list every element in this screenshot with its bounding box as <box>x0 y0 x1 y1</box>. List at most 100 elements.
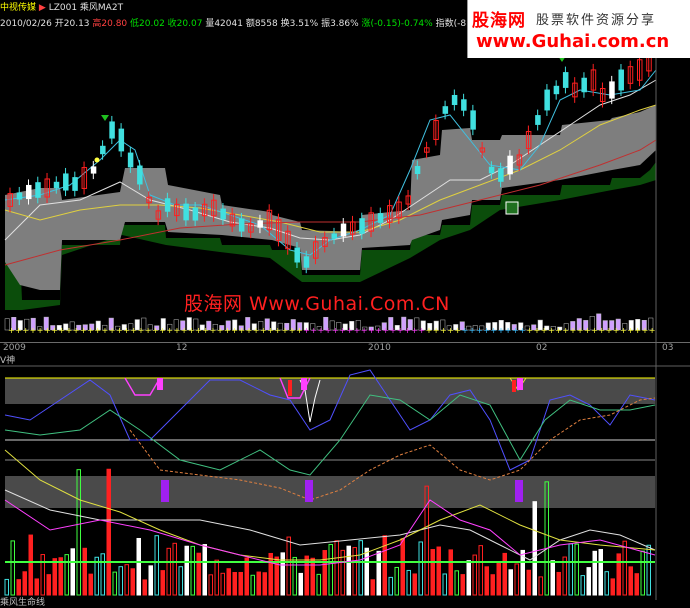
candle-body <box>377 213 384 223</box>
plus-marker: + <box>94 326 101 335</box>
plus-marker: + <box>159 326 166 335</box>
candle-body <box>553 85 560 95</box>
histogram-bar <box>118 566 123 596</box>
histogram-bar <box>376 550 381 596</box>
candle-body <box>535 115 541 125</box>
candle-body <box>609 81 615 99</box>
plus-marker: + <box>555 326 562 335</box>
header-quote-row: 2010/02/26 开20.13 高20.80 低20.02 收20.07 量… <box>0 16 470 30</box>
histogram-bar <box>172 542 177 596</box>
histogram-bar <box>574 543 579 596</box>
plus-marker: + <box>267 326 274 335</box>
plus-marker: + <box>368 326 375 335</box>
histogram-bar <box>592 550 597 596</box>
histogram-bar <box>112 571 117 596</box>
histogram-bar <box>352 547 357 596</box>
plus-marker: + <box>80 326 87 335</box>
candle-body <box>507 155 513 175</box>
plus-marker: + <box>404 326 411 335</box>
histogram-bar <box>484 566 489 596</box>
plus-marker: + <box>174 326 181 335</box>
quote-amount: 额8558 <box>245 19 278 29</box>
date-label: 12 <box>176 343 188 353</box>
formula-name: 乘风MA2T <box>79 3 124 13</box>
plus-marker: + <box>51 326 58 335</box>
histogram-bar <box>52 558 57 596</box>
plus-marker: + <box>109 326 116 335</box>
histogram-bar <box>214 559 219 596</box>
stock-name: 中视传媒 <box>0 3 37 13</box>
histogram-bar <box>538 576 543 596</box>
candle-body <box>470 110 476 130</box>
plus-marker: + <box>210 326 217 335</box>
plus-marker: + <box>318 326 325 335</box>
play-arrow-icon[interactable]: ▶ <box>39 3 46 13</box>
histogram-bar <box>556 571 561 596</box>
plus-marker: + <box>620 326 627 335</box>
quote-date: 2010/02/26 <box>0 19 52 29</box>
histogram-bar <box>244 557 249 596</box>
watermark-brand: 股海网 <box>472 11 526 31</box>
histogram-bar <box>514 563 519 596</box>
plus-marker: + <box>447 326 454 335</box>
lifeline-mag <box>4 499 656 566</box>
v-purple-marker <box>161 480 169 502</box>
v-purple-marker <box>515 480 523 502</box>
histogram-bar <box>466 560 471 596</box>
plus-marker: + <box>375 326 382 335</box>
histogram-bar <box>256 571 261 596</box>
quote-close: 收20.07 <box>167 19 203 29</box>
histogram-bar <box>382 535 387 596</box>
histogram-bar <box>148 565 153 596</box>
plus-marker: + <box>332 326 339 335</box>
plus-marker: + <box>390 326 397 335</box>
histogram-bar <box>232 572 237 596</box>
plus-marker: + <box>570 326 577 335</box>
histogram-bar <box>250 574 255 596</box>
plus-marker: + <box>440 326 447 335</box>
lifeline-label[interactable]: 乘风生命线 <box>0 595 45 608</box>
plus-marker: + <box>462 326 469 335</box>
plus-marker: + <box>274 326 281 335</box>
histogram-bar <box>160 570 165 596</box>
histogram-bar <box>634 573 639 596</box>
plus-marker: + <box>195 326 202 335</box>
plus-marker: + <box>152 326 159 335</box>
candle-body <box>331 233 337 239</box>
plus-marker: + <box>613 326 620 335</box>
histogram-bar <box>124 564 129 596</box>
histogram-bar <box>490 574 495 596</box>
histogram-bar <box>298 572 303 596</box>
histogram-bar <box>610 578 615 596</box>
plus-marker: + <box>469 326 476 335</box>
histogram-bar <box>508 569 513 596</box>
histogram-bar <box>640 550 645 596</box>
histogram-bar <box>40 554 45 596</box>
plus-marker: + <box>246 326 253 335</box>
candle-body <box>220 208 226 220</box>
down-arrow-marker <box>101 115 109 121</box>
plus-marker: + <box>598 326 605 335</box>
date-label: 03 <box>662 343 674 353</box>
histogram-bar <box>82 547 87 596</box>
plus-marker: + <box>73 326 80 335</box>
plus-marker: + <box>541 326 548 335</box>
histogram-bar <box>208 574 213 596</box>
plus-marker: + <box>303 326 310 335</box>
candle-body <box>359 218 365 234</box>
histogram-bar <box>106 468 111 596</box>
plus-marker: + <box>202 326 209 335</box>
indicator-panel <box>4 369 656 596</box>
plus-marker: + <box>591 326 598 335</box>
plus-marker: + <box>22 326 29 335</box>
candle-body <box>72 177 78 191</box>
plus-marker: + <box>426 326 433 335</box>
plus-marker: + <box>418 326 425 335</box>
quote-index: 指数(-8 <box>435 19 467 29</box>
indicator-label[interactable]: V神 <box>0 353 15 366</box>
histogram-bar <box>454 570 459 596</box>
watermark-tagline: 股票软件资源分享 <box>536 13 657 28</box>
plus-marker: + <box>296 326 303 335</box>
plus-marker: + <box>361 326 368 335</box>
histogram-bar <box>436 546 441 596</box>
